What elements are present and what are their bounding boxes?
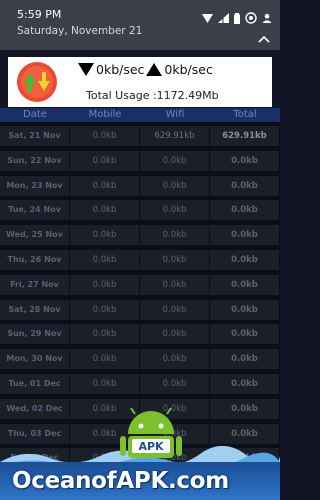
row-total: 0.0kb bbox=[210, 274, 280, 295]
chevron-up-icon[interactable] bbox=[258, 28, 270, 47]
download-arrow-icon bbox=[78, 63, 94, 76]
row-wifi: 0.0kb bbox=[140, 249, 210, 270]
row-date: Sun, 22 Nov bbox=[0, 150, 70, 171]
watermark-text: OceanofAPK.com bbox=[12, 468, 229, 494]
table-row: Tue, 01 Dec 0.0kb 0.0kb 0.0kb bbox=[0, 373, 280, 394]
row-total: 0.0kb bbox=[210, 398, 280, 419]
row-mobile: 0.0kb bbox=[70, 175, 140, 196]
table-row: Tue, 24 Nov 0.0kb 0.0kb 0.0kb bbox=[0, 200, 280, 221]
wifi-icon bbox=[202, 13, 213, 23]
row-date: Mon, 23 Nov bbox=[0, 175, 70, 196]
user-icon[interactable] bbox=[262, 13, 272, 23]
download-speed: 0kb/sec bbox=[96, 62, 145, 77]
usage-notification-card[interactable]: 0kb/sec 0kb/sec Total Usage :1172.49Mb bbox=[8, 57, 272, 107]
row-total: 0.0kb bbox=[210, 324, 280, 345]
table-row: Fri, 27 Nov 0.0kb 0.0kb 0.0kb bbox=[0, 274, 280, 295]
row-total: 0.0kb bbox=[210, 349, 280, 370]
row-wifi: 0.0kb bbox=[140, 175, 210, 196]
row-mobile: 0.0kb bbox=[70, 373, 140, 394]
row-total: 0.0kb bbox=[210, 299, 280, 320]
row-wifi: 0.0kb bbox=[140, 349, 210, 370]
speed-meter-icon bbox=[16, 61, 58, 103]
table-row: Sun, 22 Nov 0.0kb 0.0kb 0.0kb bbox=[0, 150, 280, 171]
row-total: 0.0kb bbox=[210, 150, 280, 171]
row-date: Sat, 21 Nov bbox=[0, 126, 70, 146]
row-total: 0.0kb bbox=[210, 175, 280, 196]
row-wifi: 629.91kb bbox=[140, 126, 210, 146]
settings-icon[interactable] bbox=[245, 12, 257, 24]
table-header: Date Mobile Wifi Total bbox=[0, 108, 280, 122]
upload-arrow-icon bbox=[146, 63, 163, 76]
row-mobile: 0.0kb bbox=[70, 126, 140, 146]
row-date: Tue, 01 Dec bbox=[0, 373, 70, 394]
table-row: Mon, 30 Nov 0.0kb 0.0kb 0.0kb bbox=[0, 349, 280, 370]
row-date: Wed, 02 Dec bbox=[0, 398, 70, 419]
row-total: 629.91kb bbox=[210, 126, 280, 146]
row-date: Mon, 30 Nov bbox=[0, 349, 70, 370]
notification-shade-header: 5:59 PM Saturday, November 21 bbox=[0, 0, 280, 50]
row-mobile: 0.0kb bbox=[70, 249, 140, 270]
row-mobile: 0.0kb bbox=[70, 349, 140, 370]
row-wifi: 0.0kb bbox=[140, 225, 210, 246]
row-wifi: 0.0kb bbox=[140, 324, 210, 345]
status-time: 5:59 PM bbox=[17, 8, 62, 21]
row-total: 0.0kb bbox=[210, 249, 280, 270]
row-total: 0.0kb bbox=[210, 225, 280, 246]
status-date: Saturday, November 21 bbox=[17, 25, 143, 37]
row-mobile: 0.0kb bbox=[70, 299, 140, 320]
battery-icon bbox=[234, 12, 240, 24]
signal-icon bbox=[218, 13, 229, 23]
row-wifi: 0.0kb bbox=[140, 200, 210, 221]
apk-badge: APK bbox=[138, 440, 164, 453]
table-row: Wed, 25 Nov 0.0kb 0.0kb 0.0kb bbox=[0, 225, 280, 246]
status-icons bbox=[202, 12, 272, 24]
row-mobile: 0.0kb bbox=[70, 324, 140, 345]
header-date: Date bbox=[23, 109, 47, 120]
table-row: Sun, 29 Nov 0.0kb 0.0kb 0.0kb bbox=[0, 324, 280, 345]
row-wifi: 0.0kb bbox=[140, 274, 210, 295]
header-wifi: Wifi bbox=[165, 109, 185, 120]
header-total: Total bbox=[233, 109, 257, 120]
table-row: Sat, 21 Nov 0.0kb 629.91kb 629.91kb bbox=[0, 126, 280, 146]
row-date: Wed, 25 Nov bbox=[0, 225, 70, 246]
speed-row: 0kb/sec 0kb/sec bbox=[78, 62, 213, 77]
row-wifi: 0.0kb bbox=[140, 299, 210, 320]
table-row: Mon, 23 Nov 0.0kb 0.0kb 0.0kb bbox=[0, 175, 280, 196]
row-date: Thu, 26 Nov bbox=[0, 249, 70, 270]
android-logo-icon: APK bbox=[120, 408, 182, 458]
total-usage: Total Usage :1172.49Mb bbox=[86, 89, 219, 102]
table-row: Thu, 26 Nov 0.0kb 0.0kb 0.0kb bbox=[0, 249, 280, 270]
row-date: Sat, 28 Nov bbox=[0, 299, 70, 320]
upload-speed: 0kb/sec bbox=[164, 62, 213, 77]
row-total: 0.0kb bbox=[210, 200, 280, 221]
row-date: Tue, 24 Nov bbox=[0, 200, 70, 221]
row-wifi: 0.0kb bbox=[140, 373, 210, 394]
header-mobile: Mobile bbox=[88, 109, 122, 120]
row-wifi: 0.0kb bbox=[140, 150, 210, 171]
row-mobile: 0.0kb bbox=[70, 225, 140, 246]
row-total: 0.0kb bbox=[210, 373, 280, 394]
row-date: Fri, 27 Nov bbox=[0, 274, 70, 295]
row-mobile: 0.0kb bbox=[70, 150, 140, 171]
table-row: Sat, 28 Nov 0.0kb 0.0kb 0.0kb bbox=[0, 299, 280, 320]
row-mobile: 0.0kb bbox=[70, 200, 140, 221]
row-mobile: 0.0kb bbox=[70, 274, 140, 295]
row-date: Sun, 29 Nov bbox=[0, 324, 70, 345]
